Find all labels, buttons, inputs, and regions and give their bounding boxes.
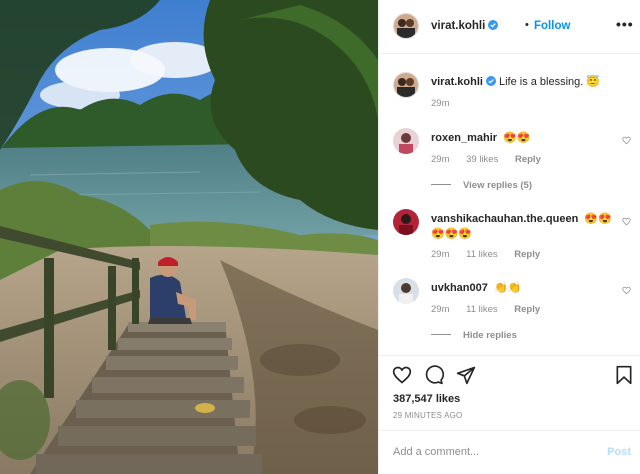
reply-button[interactable]: Reply xyxy=(514,249,540,260)
view-replies-label: View replies (5) xyxy=(463,180,532,191)
comment-username[interactable]: vanshikachauhan.the.queen xyxy=(431,213,578,225)
comment-age[interactable]: 29m xyxy=(431,154,449,165)
profile-picture xyxy=(394,73,418,97)
comment-likes[interactable]: 11 likes xyxy=(466,304,498,315)
comments-section[interactable]: virat.kohli Life is a blessing. 😇 29m rox… xyxy=(379,54,640,356)
share-icon[interactable] xyxy=(456,365,476,385)
post-comment-button[interactable]: Post xyxy=(607,446,631,458)
comment-username[interactable]: roxen_mahir xyxy=(431,132,497,144)
comment-age[interactable]: 29m xyxy=(431,249,449,260)
replies-divider xyxy=(431,334,451,335)
heart-icon[interactable] xyxy=(622,136,631,145)
comment-body: 👏👏 xyxy=(493,282,522,294)
comment-input[interactable] xyxy=(393,443,583,461)
follow-button[interactable]: Follow xyxy=(534,20,570,32)
post-details-panel: virat.kohli • Follow ••• virat.kohli Lif… xyxy=(378,0,640,474)
replies-divider xyxy=(431,184,451,185)
comment-text: roxen_mahir 😍😍 xyxy=(431,131,613,146)
comment-icon[interactable] xyxy=(424,365,444,385)
instagram-post-modal: virat.kohli • Follow ••• virat.kohli Lif… xyxy=(0,0,640,474)
post-header: virat.kohli • Follow ••• xyxy=(379,0,640,54)
comment-likes[interactable]: 39 likes xyxy=(466,154,498,165)
avatar[interactable] xyxy=(393,278,419,304)
post-timestamp[interactable]: 29 MINUTES AGO xyxy=(393,411,462,420)
reply-button[interactable]: Reply xyxy=(514,304,540,315)
add-comment-bar: Post xyxy=(379,430,640,474)
verified-badge-icon xyxy=(488,20,498,30)
avatar[interactable] xyxy=(393,128,419,154)
more-options-icon[interactable]: ••• xyxy=(616,16,634,32)
caption-meta: 29m xyxy=(431,98,463,109)
caption-age[interactable]: 29m xyxy=(431,98,449,109)
profile-picture xyxy=(393,209,419,235)
verified-badge-icon xyxy=(485,76,496,86)
likes-count[interactable]: 387,547 likes xyxy=(393,393,460,405)
hide-replies-label: Hide replies xyxy=(463,330,517,341)
heart-icon[interactable] xyxy=(622,217,631,226)
reply-button[interactable]: Reply xyxy=(515,154,541,165)
comment-text: uvkhan007 👏👏 xyxy=(431,281,613,296)
comment-age[interactable]: 29m xyxy=(431,304,449,315)
comment-meta: 29m 39 likes Reply xyxy=(431,154,555,165)
comment-meta: 29m 11 likes Reply xyxy=(431,249,554,260)
comment-username[interactable]: uvkhan007 xyxy=(431,282,488,294)
post-photo[interactable] xyxy=(0,0,378,474)
bookmark-icon[interactable] xyxy=(614,365,634,385)
avatar[interactable] xyxy=(393,13,419,39)
comment-body: 😍😍 xyxy=(503,132,531,144)
hide-replies-button[interactable]: Hide replies xyxy=(431,330,517,341)
post-actions: 387,547 likes 29 MINUTES AGO xyxy=(379,355,640,426)
heart-icon[interactable] xyxy=(392,365,412,385)
comment-text: vanshikachauhan.the.queen 😍😍 😍😍😍 xyxy=(431,212,613,242)
caption-username[interactable]: virat.kohli xyxy=(431,76,483,88)
profile-picture xyxy=(393,128,419,154)
separator-dot: • xyxy=(525,19,529,31)
avatar[interactable] xyxy=(393,209,419,235)
heart-icon[interactable] xyxy=(622,286,631,295)
comment-meta: 29m 11 likes Reply xyxy=(431,304,554,315)
username-link[interactable]: virat.kohli xyxy=(431,20,485,32)
lake-scene-photo xyxy=(0,0,378,474)
profile-picture xyxy=(394,14,418,38)
avatar[interactable] xyxy=(393,72,419,98)
comment-likes[interactable]: 11 likes xyxy=(466,249,498,260)
caption-body: Life is a blessing. 😇 xyxy=(498,76,601,88)
view-replies-button[interactable]: View replies (5) xyxy=(431,180,532,191)
caption-text: virat.kohli Life is a blessing. 😇 xyxy=(431,75,613,90)
profile-picture xyxy=(393,278,419,304)
